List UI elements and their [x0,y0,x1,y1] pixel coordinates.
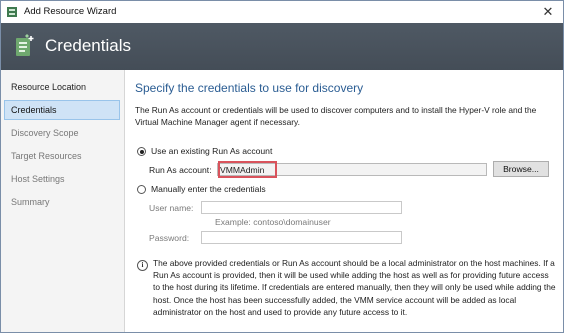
sidebar-item-host-settings[interactable]: Host Settings [1,169,120,189]
password-input[interactable] [201,231,402,244]
main-content: Specify the credentials to use for disco… [125,70,563,332]
user-name-label: User name: [149,203,194,213]
user-name-example: Example: contoso\domainuser [215,217,331,227]
browse-button[interactable]: Browse... [493,161,549,177]
credentials-icon [16,34,34,56]
existing-account-radio[interactable] [137,147,146,156]
admin-note: The above provided credentials or Run As… [153,258,556,317]
password-label: Password: [149,233,190,243]
section-heading: Specify the credentials to use for disco… [135,81,364,95]
wizard-steps-sidebar: Resource Location Credentials Discovery … [1,70,125,332]
manual-credentials-label[interactable]: Manually enter the credentials [151,184,266,194]
existing-account-label[interactable]: Use an existing Run As account [151,146,272,156]
section-description: The Run As account or credentials will b… [135,105,537,127]
manual-credentials-radio[interactable] [137,185,146,194]
user-name-input[interactable] [201,201,402,214]
sidebar-item-summary[interactable]: Summary [1,192,120,212]
title-bar: Add Resource Wizard ✕ [1,1,563,23]
sidebar-item-discovery-scope[interactable]: Discovery Scope [1,123,120,143]
info-icon: i [137,260,148,271]
sidebar-item-resource-location[interactable]: Resource Location [1,77,120,97]
close-icon[interactable]: ✕ [540,4,556,20]
run-as-account-field[interactable]: VMMAdmin [217,161,487,178]
highlight-box [218,161,277,178]
app-icon [7,7,17,17]
page-banner: Credentials [1,23,563,70]
run-as-label: Run As account: [149,165,212,175]
page-title: Credentials [45,36,131,55]
sidebar-item-target-resources[interactable]: Target Resources [1,146,120,166]
sidebar-item-credentials[interactable]: Credentials [4,100,120,120]
wizard-window: Add Resource Wizard ✕ Credentials Resour… [0,0,564,333]
window-title: Add Resource Wizard [24,6,117,17]
